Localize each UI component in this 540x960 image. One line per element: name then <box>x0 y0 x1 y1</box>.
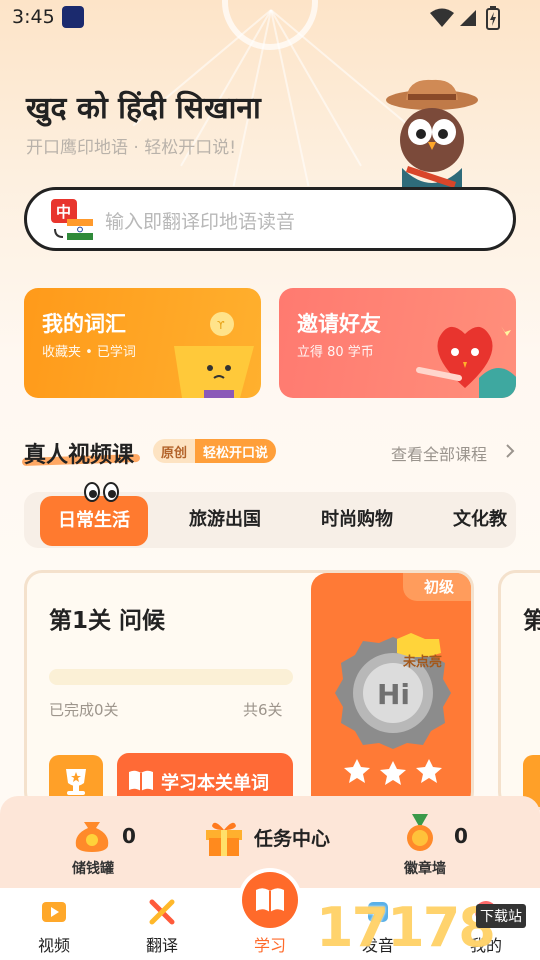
nav-video[interactable]: 视频 <box>0 888 108 960</box>
svg-text:ϒ: ϒ <box>217 319 225 332</box>
invite-card-title: 邀请好友 <box>297 312 381 336</box>
task-center-button[interactable]: 任务中心 <box>204 818 330 860</box>
open-book-icon <box>256 888 284 912</box>
battery-icon <box>486 6 500 30</box>
badge-count: 0 <box>454 824 468 848</box>
task-center-label: 任务中心 <box>254 828 331 850</box>
language-switch-icon[interactable]: 中 <box>51 199 95 241</box>
status-bar: 3:45 <box>0 0 540 36</box>
heart-characters-icon <box>416 326 516 398</box>
vocab-card-subtitle: 收藏夹 • 已学词 <box>42 345 136 360</box>
lesson-title: 第1关 问候 <box>49 608 166 634</box>
nav-video-label: 视频 <box>37 936 70 955</box>
lesson-total-count: 共6关 <box>243 701 283 719</box>
app-notification-icon <box>62 6 84 28</box>
nav-translate[interactable]: 翻译 <box>108 888 216 960</box>
video-icon <box>42 902 66 922</box>
owl-mascot-icon <box>386 79 478 190</box>
nav-learn-label: 学习 <box>253 936 286 955</box>
money-bag-icon <box>75 822 109 852</box>
badge-wall-stat[interactable]: 0 徽章墙 <box>404 814 468 877</box>
badge-original: 原创 <box>153 439 196 463</box>
view-all-courses-link[interactable]: 查看全部课程 <box>391 441 487 465</box>
hero-subtitle: 开口鹰印地语 · 轻松开口说! <box>26 138 237 158</box>
piggy-label: 储钱罐 <box>72 861 114 877</box>
level-tag: 初级 <box>403 573 471 601</box>
wifi-icon <box>430 8 454 27</box>
badge-easy-speak: 轻松开口说 <box>195 439 277 463</box>
vocab-card-title: 我的词汇 <box>42 312 126 336</box>
study-button-label: 学习本关单词 <box>161 773 269 794</box>
piggy-count: 0 <box>122 824 136 848</box>
lesson-card[interactable]: 第1关 问候 已完成0关 共6关 学习本关单词 初级 Hi 未点亮 <box>24 570 474 810</box>
nav-translate-label: 翻译 <box>145 936 178 955</box>
book-icon <box>129 770 153 791</box>
invite-friends-card[interactable]: 邀请好友 立得 80 学币 <box>279 288 516 398</box>
learn-nav-bubble[interactable] <box>238 868 302 932</box>
chevron-right-icon[interactable] <box>505 444 515 458</box>
chinese-flag-label: 中 <box>56 203 71 221</box>
tab-daily-life[interactable]: 日常生活 <box>40 496 148 546</box>
next-lesson-card[interactable]: 第 <box>498 570 540 810</box>
tab-travel[interactable]: 旅游出国 <box>189 492 261 548</box>
svg-text:Hi: Hi <box>377 678 410 711</box>
section-badge: 原创 轻松开口说 <box>153 439 277 463</box>
translate-search-input[interactable]: 中 输入即翻译印地语读音 <box>24 187 516 251</box>
my-vocabulary-card[interactable]: 我的词汇 收藏夹 • 已学词 ϒ <box>24 288 261 398</box>
piggy-bank-stat[interactable]: 0 储钱罐 <box>72 816 136 877</box>
unlit-badge-label: 未点亮 <box>403 655 443 670</box>
medal-icon <box>407 814 433 851</box>
lesson-completed-count: 已完成0关 <box>49 701 119 719</box>
tab-culture[interactable]: 文化教 <box>453 492 507 548</box>
site-watermark: 17178 <box>316 896 496 959</box>
hero-title: खुद को हिंदी सिखाना <box>26 91 261 126</box>
rating-stars-icon <box>344 759 442 785</box>
invite-card-subtitle: 立得 80 学币 <box>297 345 374 360</box>
status-time: 3:45 <box>12 6 55 28</box>
lightbulb-character-icon: ϒ <box>174 312 254 398</box>
badge-wall-label: 徽章墙 <box>404 861 446 877</box>
site-watermark-tag: 下载站 <box>476 904 526 928</box>
gift-icon <box>206 822 242 856</box>
tab-fashion-shopping[interactable]: 时尚购物 <box>321 492 393 548</box>
search-placeholder: 输入即翻译印地语读音 <box>105 211 296 233</box>
cellular-icon <box>460 10 476 26</box>
eyes-decoration-icon <box>84 482 119 502</box>
section-title: 真人视频课 <box>24 443 135 468</box>
lesson-progress-bar <box>49 669 293 685</box>
next-lesson-title: 第 <box>523 601 540 635</box>
translate-icon <box>149 899 175 925</box>
